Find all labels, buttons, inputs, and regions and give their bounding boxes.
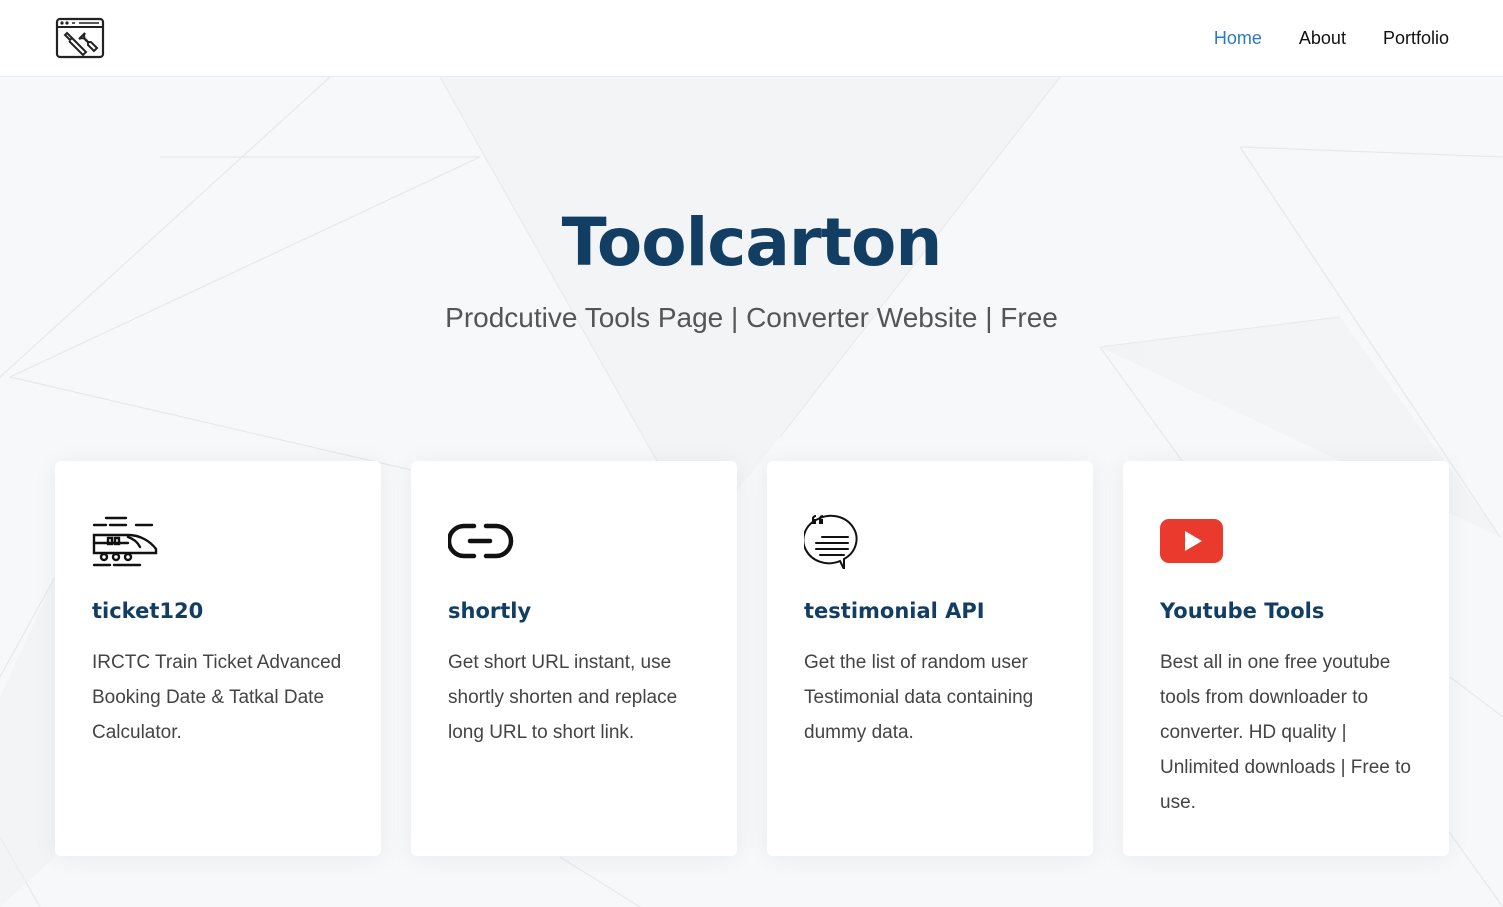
nav-portfolio-link[interactable]: Portfolio bbox=[1383, 26, 1449, 50]
nav-about-link[interactable]: About bbox=[1299, 26, 1346, 50]
card-description: Best all in one free youtube tools from … bbox=[1160, 652, 1411, 813]
train-icon bbox=[92, 516, 158, 567]
card-title[interactable]: testimonial API bbox=[804, 597, 1056, 625]
quote-chat-icon bbox=[804, 514, 858, 569]
hero-title: Toolcarton bbox=[561, 204, 943, 281]
card-title[interactable]: shortly bbox=[448, 597, 700, 625]
card-description: Get short URL instant, use shortly short… bbox=[448, 652, 678, 743]
tools-cards: ticket120 IRCTC Train Ticket Advanced Bo… bbox=[55, 461, 1450, 856]
youtube-icon bbox=[1160, 519, 1223, 563]
card-description: Get the list of random user Testimonial … bbox=[804, 652, 1034, 743]
card-title[interactable]: ticket120 bbox=[92, 597, 344, 625]
card-title[interactable]: Youtube Tools bbox=[1160, 597, 1412, 625]
card-description: IRCTC Train Ticket Advanced Booking Date… bbox=[92, 652, 342, 743]
site-logo-icon[interactable] bbox=[55, 17, 105, 59]
tool-card-shortly[interactable]: shortly Get short URL instant, use short… bbox=[411, 461, 737, 856]
main-nav: Home About Portfolio bbox=[1177, 26, 1449, 50]
tool-card-testimonial-api[interactable]: testimonial API Get the list of random u… bbox=[767, 461, 1093, 856]
top-navbar: Home About Portfolio bbox=[0, 0, 1503, 77]
nav-home-link[interactable]: Home bbox=[1214, 26, 1262, 50]
hero-subtitle: Prodcutive Tools Page | Converter Websit… bbox=[445, 302, 1058, 333]
hero-section: Toolcarton Prodcutive Tools Page | Conve… bbox=[0, 77, 1503, 335]
tool-card-ticket120[interactable]: ticket120 IRCTC Train Ticket Advanced Bo… bbox=[55, 461, 381, 856]
link-icon bbox=[448, 523, 514, 559]
tool-card-youtube-tools[interactable]: Youtube Tools Best all in one free youtu… bbox=[1123, 461, 1449, 856]
